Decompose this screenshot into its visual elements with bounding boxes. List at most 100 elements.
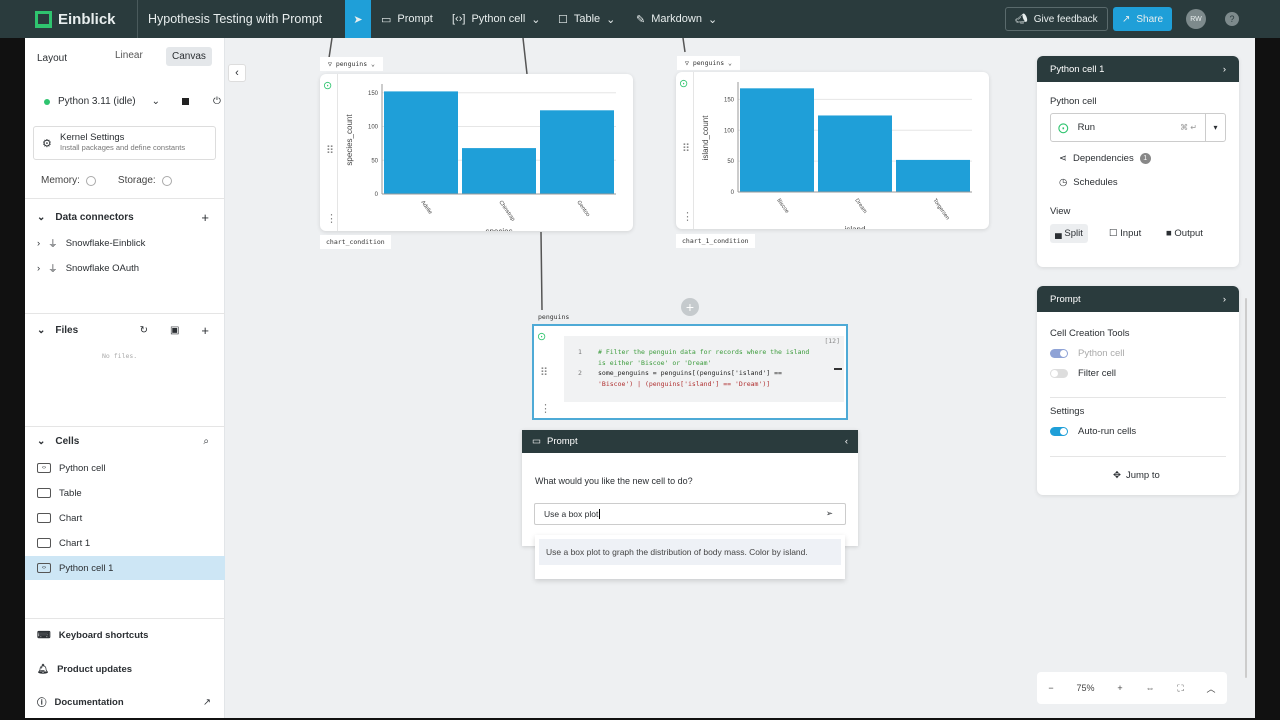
folder-icon[interactable]: ▣: [170, 325, 179, 336]
x-tick-label: Gentoo: [575, 200, 590, 218]
share-button[interactable]: ↗ Share: [1113, 7, 1173, 31]
link-label: Documentation: [54, 696, 124, 708]
chevron-down-icon: ⌄: [531, 13, 541, 26]
table-tool-button[interactable]: ☐ Table ⌄: [558, 0, 615, 38]
add-connector-icon[interactable]: +: [201, 210, 209, 225]
jump-to-button[interactable]: ✥ Jump to: [1113, 470, 1160, 481]
linear-tab[interactable]: Linear: [115, 50, 143, 61]
chevron-left-icon[interactable]: ‹: [845, 436, 848, 447]
drag-handle-icon[interactable]: ⠿: [326, 144, 334, 157]
send-icon[interactable]: ➢: [826, 508, 833, 519]
memory-label: Memory:: [41, 175, 80, 186]
give-feedback-button[interactable]: 📣︎ Give feedback: [1005, 7, 1108, 31]
source-selector[interactable]: ▽ penguins ⌄: [320, 57, 383, 71]
prompt-tool-button[interactable]: ▭ Prompt: [381, 0, 433, 38]
run-button[interactable]: ⊙ Run ⌘ ↵ ▾: [1050, 113, 1226, 142]
drag-handle-icon[interactable]: ⠿: [682, 142, 690, 155]
files-header[interactable]: ⌄ Files ↻ ▣ +: [25, 323, 225, 338]
cell-label: Chart 1: [59, 537, 91, 549]
product-updates-link[interactable]: 🔔︎ Product updates: [25, 657, 225, 681]
chevron-down-icon: ⌄: [606, 13, 616, 26]
add-cell-button[interactable]: +: [681, 298, 699, 316]
more-icon[interactable]: ⋮: [326, 212, 337, 225]
stop-icon[interactable]: [182, 98, 190, 105]
cell-list-item[interactable]: Chart: [25, 506, 225, 530]
view-split-button[interactable]: ▄ Split: [1050, 224, 1088, 243]
power-icon[interactable]: ⏻: [213, 96, 221, 107]
kernel-settings-button[interactable]: ⚙ Kernel Settings Install packages and d…: [33, 126, 216, 160]
cell-list-item[interactable]: ‹› Python cell 1: [25, 556, 225, 580]
panel-header[interactable]: Python cell 1 ›: [1037, 56, 1239, 82]
minimize-icon[interactable]: [834, 368, 842, 370]
cell-list-item[interactable]: Chart 1: [25, 531, 225, 555]
x-tick-label: Adelie: [419, 200, 433, 216]
feedback-label: Give feedback: [1033, 13, 1098, 25]
view-option-label: Input: [1120, 228, 1142, 239]
connector-item[interactable]: › ⏚ Snowflake-Einblick: [25, 231, 225, 255]
chart-cell[interactable]: ⊙ ⠿ ⋮ 0 50 100 150 Adelie Chinstrap Gentoo spec…: [320, 74, 633, 231]
prompt-settings-panel: Prompt › Cell Creation Tools Python cell …: [1037, 286, 1239, 495]
chevron-up-icon[interactable]: ︿: [1207, 682, 1216, 695]
chart-cell[interactable]: ⊙ ⠿ ⋮ 0 50 100 150 Biscoe Dream Torgersen islan…: [676, 72, 989, 229]
zoom-level[interactable]: 75%: [1077, 683, 1095, 693]
scrollbar[interactable]: [1245, 298, 1247, 678]
avatar[interactable]: RW: [1186, 9, 1206, 29]
chart-icon: [37, 538, 51, 548]
cells-header[interactable]: ⌄ Cells ⌕: [25, 436, 225, 447]
schedules-link[interactable]: ◷ Schedules: [1059, 177, 1118, 188]
auto-run-toggle[interactable]: Auto-run cells: [1050, 426, 1136, 437]
fullscreen-icon[interactable]: ⛶: [1177, 683, 1183, 694]
zoom-in-icon[interactable]: +: [1117, 683, 1122, 693]
view-output-button[interactable]: ■ Output: [1166, 228, 1203, 239]
more-icon[interactable]: ⋮: [682, 210, 693, 223]
documentation-link[interactable]: ⓘ Documentation ↗: [25, 690, 225, 714]
cell-list-item[interactable]: Table: [25, 481, 225, 505]
markdown-icon: ✎: [636, 13, 646, 26]
run-icon[interactable]: ⊙: [679, 77, 688, 90]
document-title[interactable]: Hypothesis Testing with Prompt: [137, 0, 322, 38]
canvas-tab[interactable]: Canvas: [166, 47, 212, 66]
code-text: # Filter the penguin data for records wh…: [598, 347, 809, 368]
python-cell[interactable]: ⊙ ⠿ ⋮ [12] 1 # Filter the penguin data f…: [532, 324, 848, 420]
search-icon[interactable]: ⌕: [203, 436, 209, 447]
brand-name: Einblick: [58, 10, 116, 28]
suggestion-item[interactable]: Use a box plot to graph the distribution…: [539, 539, 841, 565]
add-file-icon[interactable]: +: [201, 323, 209, 338]
chevron-right-icon: ›: [37, 262, 41, 274]
zoom-out-icon[interactable]: −: [1048, 683, 1053, 693]
source-label: penguins: [335, 60, 368, 68]
sidebar: Layout Linear Canvas Python 3.11 (idle) …: [25, 38, 225, 718]
python-cell-toggle[interactable]: Python cell: [1050, 348, 1124, 359]
cell-list-item[interactable]: ‹› Python cell: [25, 456, 225, 480]
kernel-settings-title: Kernel Settings: [60, 132, 125, 143]
markdown-tool-button[interactable]: ✎ Markdown ⌄: [636, 0, 717, 38]
python-cell-tool-button[interactable]: [‹›] Python cell ⌄: [452, 0, 540, 38]
code-icon: ‹›: [37, 463, 51, 473]
code-editor[interactable]: [12] 1 # Filter the penguin data for rec…: [564, 336, 844, 402]
external-link-icon: ↗: [203, 696, 211, 708]
keyboard-shortcuts-link[interactable]: ⌨ Keyboard shortcuts: [25, 623, 225, 647]
source-selector[interactable]: ▽ penguins ⌄: [677, 56, 740, 70]
condition-label: chart_condition: [320, 235, 391, 249]
prompt-input[interactable]: Use a box plot ➢: [534, 503, 846, 525]
kernel-status[interactable]: Python 3.11 (idle) ⌄ ⏻: [25, 96, 225, 107]
fit-icon[interactable]: ⇔: [1146, 683, 1155, 693]
bar: [540, 110, 614, 194]
help-icon[interactable]: ?: [1225, 12, 1239, 26]
refresh-icon[interactable]: ↻: [140, 325, 148, 336]
data-connectors-header[interactable]: ⌄ Data connectors +: [25, 210, 225, 225]
view-input-button[interactable]: ☐ Input: [1109, 228, 1141, 239]
filter-cell-toggle[interactable]: Filter cell: [1050, 368, 1116, 379]
connector-item[interactable]: › ⏚ Snowflake OAuth: [25, 256, 225, 280]
dependencies-link[interactable]: ⋖ Dependencies 1: [1059, 153, 1151, 164]
run-icon[interactable]: ⊙: [537, 330, 546, 343]
code-line: 1 # Filter the penguin data for records …: [578, 347, 809, 367]
drag-handle-icon[interactable]: ⠿: [540, 366, 548, 379]
run-icon[interactable]: ⊙: [323, 79, 332, 92]
brand-logo[interactable]: Einblick: [35, 0, 116, 38]
more-icon[interactable]: ⋮: [540, 402, 551, 415]
select-tool-button[interactable]: ➤: [345, 0, 371, 38]
run-options-dropdown[interactable]: ▾: [1205, 114, 1225, 141]
resource-usage: Memory: Storage:: [25, 175, 225, 186]
panel-header[interactable]: Prompt ›: [1037, 286, 1239, 312]
